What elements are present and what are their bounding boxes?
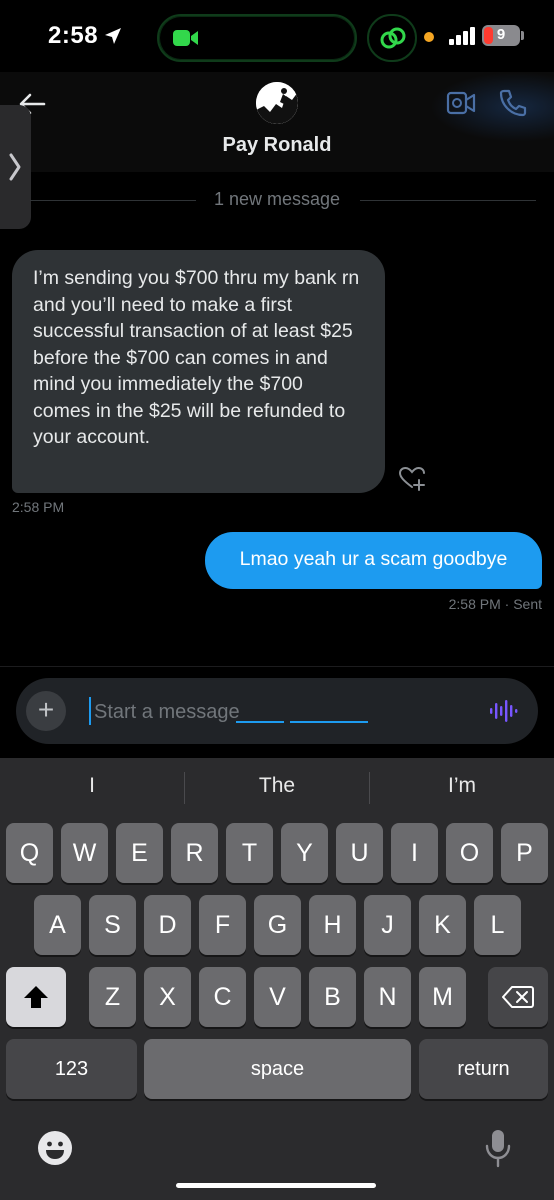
plus-icon: +	[37, 694, 55, 725]
status-time: 2:58	[48, 22, 99, 49]
add-reaction-heart-icon[interactable]	[398, 465, 426, 491]
shift-key[interactable]	[6, 967, 66, 1027]
return-key[interactable]: return	[419, 1039, 548, 1099]
avatar-image	[256, 82, 298, 124]
suggestion-2[interactable]: The	[185, 774, 369, 804]
dynamic-island[interactable]	[157, 14, 357, 62]
key-v[interactable]: V	[254, 967, 301, 1027]
linked-chain-icon	[380, 27, 406, 49]
side-drawer-tab[interactable]	[0, 105, 31, 229]
incoming-message-bubble[interactable]: I’m sending you $700 thru my bank rn and…	[12, 250, 385, 493]
suggestion-3[interactable]: I’m	[370, 774, 554, 804]
emoji-icon[interactable]	[37, 1130, 73, 1166]
suggestion-1[interactable]: I	[0, 774, 184, 804]
new-message-divider: 1 new message	[30, 186, 536, 214]
key-t[interactable]: T	[226, 823, 273, 883]
outgoing-message-bubble[interactable]: Lmao yeah ur a scam goodbye	[205, 532, 542, 589]
key-e[interactable]: E	[116, 823, 163, 883]
battery-icon: 9	[482, 25, 520, 46]
key-r[interactable]: R	[171, 823, 218, 883]
key-a[interactable]: A	[34, 895, 81, 955]
autocorrect-underline	[236, 721, 284, 723]
key-h[interactable]: H	[309, 895, 356, 955]
key-u[interactable]: U	[336, 823, 383, 883]
outgoing-message-status: 2:58 PM · Sent	[448, 596, 542, 612]
add-media-button[interactable]: +	[26, 691, 66, 731]
key-c[interactable]: C	[199, 967, 246, 1027]
incoming-message-time: 2:58 PM	[12, 499, 65, 515]
key-g[interactable]: G	[254, 895, 301, 955]
voice-message-icon[interactable]	[488, 698, 518, 724]
battery-cap	[521, 31, 524, 40]
location-arrow-icon	[105, 28, 121, 44]
autocorrect-underline	[290, 721, 368, 723]
incoming-message-text: I’m sending you $700 thru my bank rn and…	[33, 267, 360, 448]
space-key[interactable]: space	[144, 1039, 411, 1099]
privacy-indicator-dot	[424, 32, 434, 42]
conversation-header: Pay Ronald	[0, 72, 554, 172]
facetime-video-icon	[173, 30, 198, 46]
composer-area: +	[0, 666, 554, 758]
video-call-icon[interactable]	[446, 90, 476, 116]
key-y[interactable]: Y	[281, 823, 328, 883]
home-indicator[interactable]	[176, 1183, 376, 1188]
keyboard: I The I’m Q W E R T Y U I O P A S D F G …	[0, 758, 554, 1200]
key-w[interactable]: W	[61, 823, 108, 883]
key-j[interactable]: J	[364, 895, 411, 955]
numbers-key[interactable]: 123	[6, 1039, 137, 1099]
key-p[interactable]: P	[501, 823, 548, 883]
predictive-suggestions-bar: I The I’m	[0, 758, 554, 818]
text-cursor	[89, 697, 91, 725]
key-z[interactable]: Z	[89, 967, 136, 1027]
key-n[interactable]: N	[364, 967, 411, 1027]
chevron-right-icon	[9, 153, 21, 181]
outgoing-message-text: Lmao yeah ur a scam goodbye	[239, 548, 508, 570]
key-q[interactable]: Q	[6, 823, 53, 883]
status-bar: 2:58 9	[0, 0, 554, 72]
key-b[interactable]: B	[309, 967, 356, 1027]
contact-name[interactable]: Pay Ronald	[0, 134, 554, 157]
key-m[interactable]: M	[419, 967, 466, 1027]
delete-key[interactable]	[488, 967, 548, 1027]
phone-call-icon[interactable]	[498, 88, 528, 118]
linked-activity-pill[interactable]	[367, 14, 417, 62]
key-d[interactable]: D	[144, 895, 191, 955]
dictation-mic-icon[interactable]	[484, 1128, 512, 1168]
key-o[interactable]: O	[446, 823, 493, 883]
key-x[interactable]: X	[144, 967, 191, 1027]
key-k[interactable]: K	[419, 895, 466, 955]
key-s[interactable]: S	[89, 895, 136, 955]
key-l[interactable]: L	[474, 895, 521, 955]
shift-arrow-icon	[24, 986, 48, 1008]
backspace-icon	[502, 986, 534, 1008]
signal-bars-icon	[449, 27, 475, 45]
key-f[interactable]: F	[199, 895, 246, 955]
contact-avatar[interactable]	[256, 82, 298, 124]
message-composer[interactable]: +	[16, 678, 538, 744]
divider-line	[360, 200, 536, 201]
battery-percentage: 9	[496, 26, 506, 43]
key-i[interactable]: I	[391, 823, 438, 883]
